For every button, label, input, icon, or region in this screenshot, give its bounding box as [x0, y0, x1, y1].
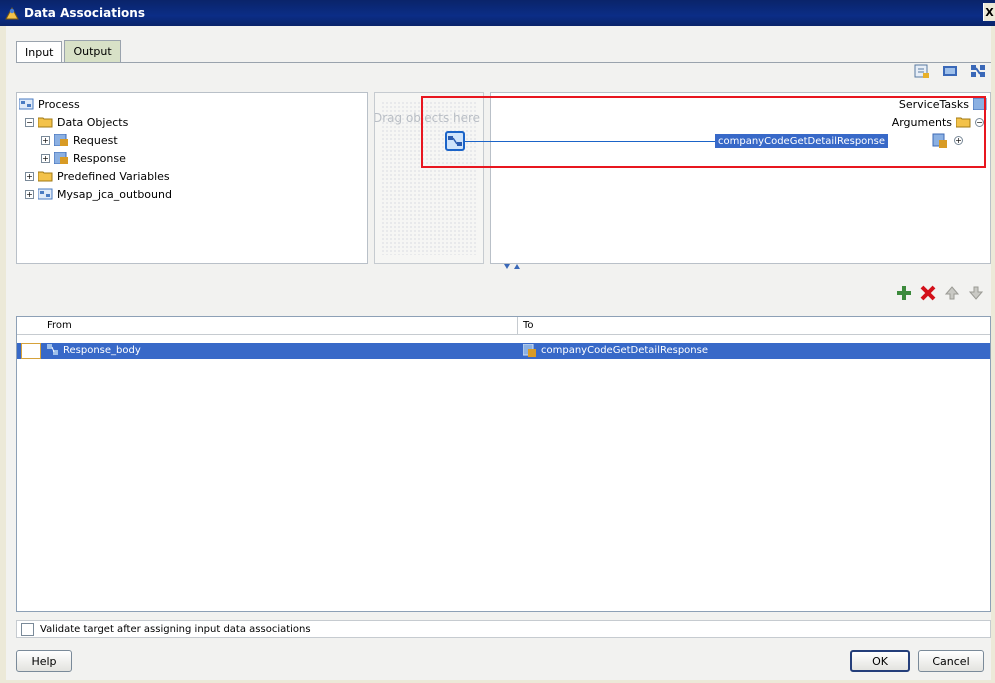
- tree-label-response: Response: [73, 151, 126, 165]
- column-divider[interactable]: [517, 317, 518, 335]
- app-icon: [5, 6, 19, 20]
- tree-label-predefined: Predefined Variables: [57, 169, 170, 183]
- tree-label-request: Request: [73, 133, 118, 147]
- source-tree-panel: Process − Data Objects + Request + Respo…: [16, 92, 368, 264]
- delete-icon[interactable]: [919, 284, 937, 302]
- close-button[interactable]: X: [983, 3, 995, 21]
- folder-icon: [38, 117, 53, 128]
- table-header: From To: [17, 317, 990, 335]
- expand-toggle[interactable]: +: [25, 171, 34, 181]
- tree-label-data-objects: Data Objects: [57, 115, 129, 129]
- tree-node-mysap[interactable]: + Mysap_jca_outbound: [25, 185, 172, 203]
- cancel-button[interactable]: Cancel: [918, 650, 984, 672]
- table-row[interactable]: Response_body companyCodeGetDetailRespon…: [17, 343, 990, 359]
- expand-toggle[interactable]: +: [41, 135, 50, 145]
- xml-literal-icon[interactable]: [941, 62, 959, 80]
- tab-input[interactable]: Input: [16, 41, 63, 63]
- expand-toggle[interactable]: +: [41, 153, 50, 163]
- folder-icon: [38, 171, 53, 182]
- tree-node-predefined[interactable]: + Predefined Variables: [25, 167, 170, 185]
- tab-output[interactable]: Output: [64, 40, 121, 62]
- associations-table: From To Response_body companyCodeGetDeta…: [16, 316, 991, 612]
- tree-node-process[interactable]: Process: [19, 95, 80, 113]
- window-title: Data Associations: [24, 6, 145, 20]
- cell-to[interactable]: companyCodeGetDetailResponse: [523, 344, 708, 357]
- top-toolbar: [913, 62, 987, 80]
- tree-node-request[interactable]: + Request: [41, 131, 118, 149]
- process-icon: [19, 98, 34, 110]
- column-header-from[interactable]: From: [47, 320, 72, 331]
- cell-from-text: Response_body: [63, 344, 141, 356]
- dialog-body: Input Output Process − Data Objects + Re…: [6, 26, 991, 680]
- row-header-cell[interactable]: [21, 343, 41, 359]
- transformation-icon[interactable]: [969, 62, 987, 80]
- mapping-toolbar: [895, 284, 985, 302]
- expand-toggle[interactable]: +: [25, 189, 34, 199]
- move-up-icon[interactable]: [943, 284, 961, 302]
- validate-option[interactable]: Validate target after assigning input da…: [16, 620, 991, 638]
- tree-label-process: Process: [38, 97, 80, 111]
- help-button[interactable]: Help: [16, 650, 72, 672]
- expression-icon[interactable]: [913, 62, 931, 80]
- move-down-icon[interactable]: [967, 284, 985, 302]
- collapse-toggle[interactable]: −: [25, 117, 34, 127]
- validate-label: Validate target after assigning input da…: [40, 623, 311, 635]
- column-header-to[interactable]: To: [523, 320, 534, 331]
- title-bar: Data Associations X: [0, 0, 995, 26]
- element-icon: [47, 344, 58, 355]
- variable-icon: [523, 344, 536, 357]
- validate-checkbox[interactable]: [21, 622, 34, 636]
- variable-icon: [54, 134, 68, 146]
- cell-from[interactable]: Response_body: [47, 344, 141, 356]
- splitter-arrows-icon[interactable]: [496, 264, 536, 270]
- add-icon[interactable]: [895, 284, 913, 302]
- service-icon: [38, 188, 53, 200]
- cell-to-text: companyCodeGetDetailResponse: [541, 345, 708, 356]
- ok-button[interactable]: OK: [850, 650, 910, 672]
- tab-bar: Input Output: [16, 40, 121, 63]
- variable-icon: [54, 152, 68, 164]
- annotation-highlight: [421, 96, 986, 168]
- tab-divider: [16, 62, 991, 63]
- tree-label-mysap: Mysap_jca_outbound: [57, 187, 172, 201]
- tree-node-data-objects[interactable]: − Data Objects: [25, 113, 128, 131]
- tree-node-response[interactable]: + Response: [41, 149, 126, 167]
